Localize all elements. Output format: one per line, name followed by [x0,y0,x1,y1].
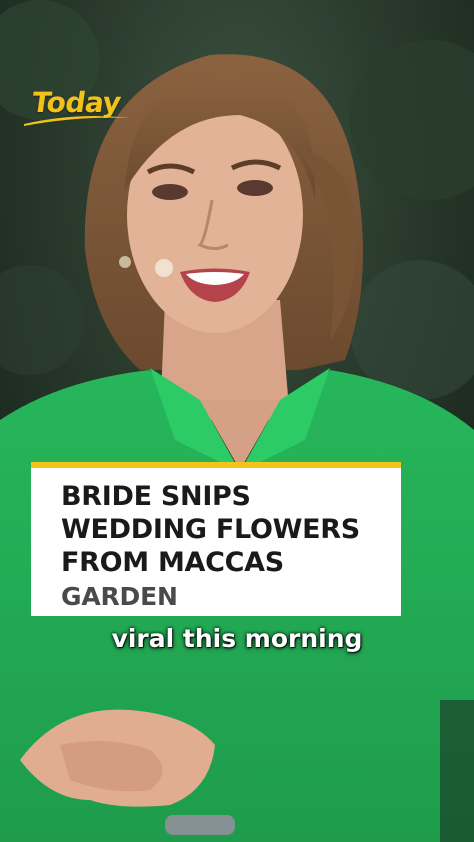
headline-line-1: BRIDE SNIPS [61,481,251,512]
headline-subtitle: GARDEN [61,582,178,611]
headline-title: BRIDE SNIPS WEDDING FLOWERS FROM MACCAS [61,480,395,579]
subtitle-caption: viral this morning [111,624,363,653]
headline-card: BRIDE SNIPS WEDDING FLOWERS FROM MACCAS … [31,462,401,616]
today-logo: Today [22,86,132,128]
headline-line-2: WEDDING FLOWERS [61,514,360,545]
headline-line-3: FROM MACCAS [61,547,284,578]
logo-swoosh-icon [24,116,130,126]
